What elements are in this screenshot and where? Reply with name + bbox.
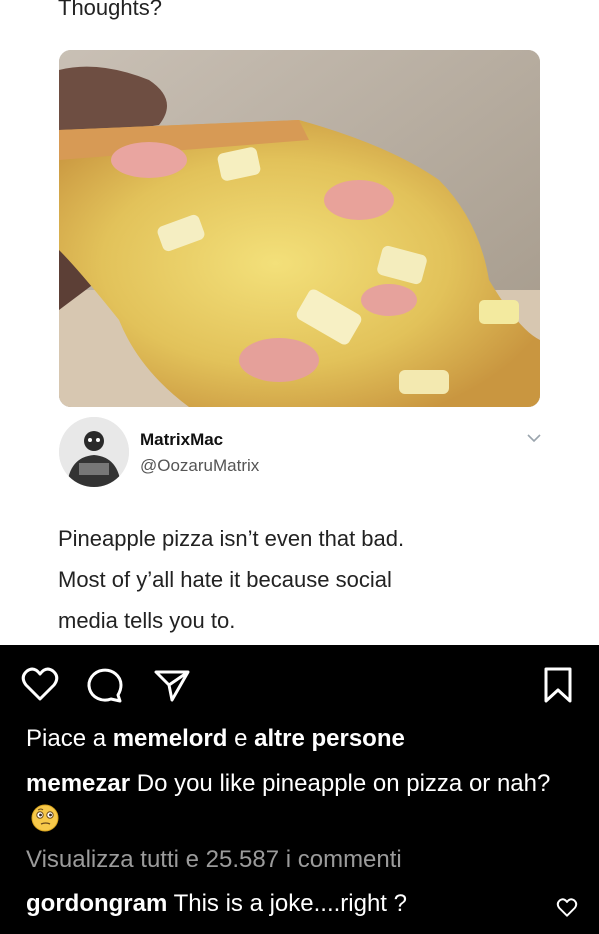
tweet-text-line: Pineapple pizza isn’t even that bad. (58, 526, 405, 551)
bookmark-icon[interactable] (538, 665, 578, 705)
post-lead-text: Thoughts? (58, 0, 162, 20)
likes-middle: e (227, 725, 255, 752)
tweet-screenshot: Thoughts? MatrixMac @OozaruMatrix Pineap… (0, 0, 599, 645)
likes-prefix: Piace a (26, 725, 113, 752)
caption-text: Do you like pineapple on pizza or nah? (130, 770, 551, 797)
comment-text: This is a joke....right ? (167, 890, 407, 917)
pizza-photo (59, 50, 540, 407)
chevron-down-icon[interactable] (526, 430, 542, 446)
comment-icon[interactable] (85, 665, 125, 705)
caption-username[interactable]: memezar (26, 770, 130, 797)
tweet-text: Pineapple pizza isn’t even that bad. Mos… (58, 518, 538, 641)
thinking-face-emoji-icon (30, 803, 60, 833)
comment-username[interactable]: gordongram (26, 890, 167, 917)
avatar[interactable] (59, 417, 129, 487)
comment-like-heart-icon[interactable] (556, 897, 578, 919)
tweet-display-name[interactable]: MatrixMac (140, 430, 223, 450)
heart-icon[interactable] (20, 665, 60, 705)
likes-others-link[interactable]: altre persone (254, 725, 405, 752)
instagram-post-footer: Piace a memelord e altre persone memezar… (0, 645, 599, 934)
tweet-text-line: media tells you to. (58, 608, 236, 633)
post-caption: memezar Do you like pineapple on pizza o… (26, 767, 566, 833)
top-comment: gordongram This is a joke....right ? (26, 890, 407, 918)
view-all-comments-link[interactable]: Visualizza tutti e 25.587 i commenti (26, 846, 402, 874)
share-icon[interactable] (152, 665, 192, 705)
action-bar (20, 665, 580, 705)
liker-username[interactable]: memelord (113, 725, 228, 752)
likes-summary[interactable]: Piace a memelord e altre persone (26, 725, 405, 753)
tweet-handle[interactable]: @OozaruMatrix (140, 456, 259, 476)
tweet-text-line: Most of y’all hate it because social (58, 567, 392, 592)
